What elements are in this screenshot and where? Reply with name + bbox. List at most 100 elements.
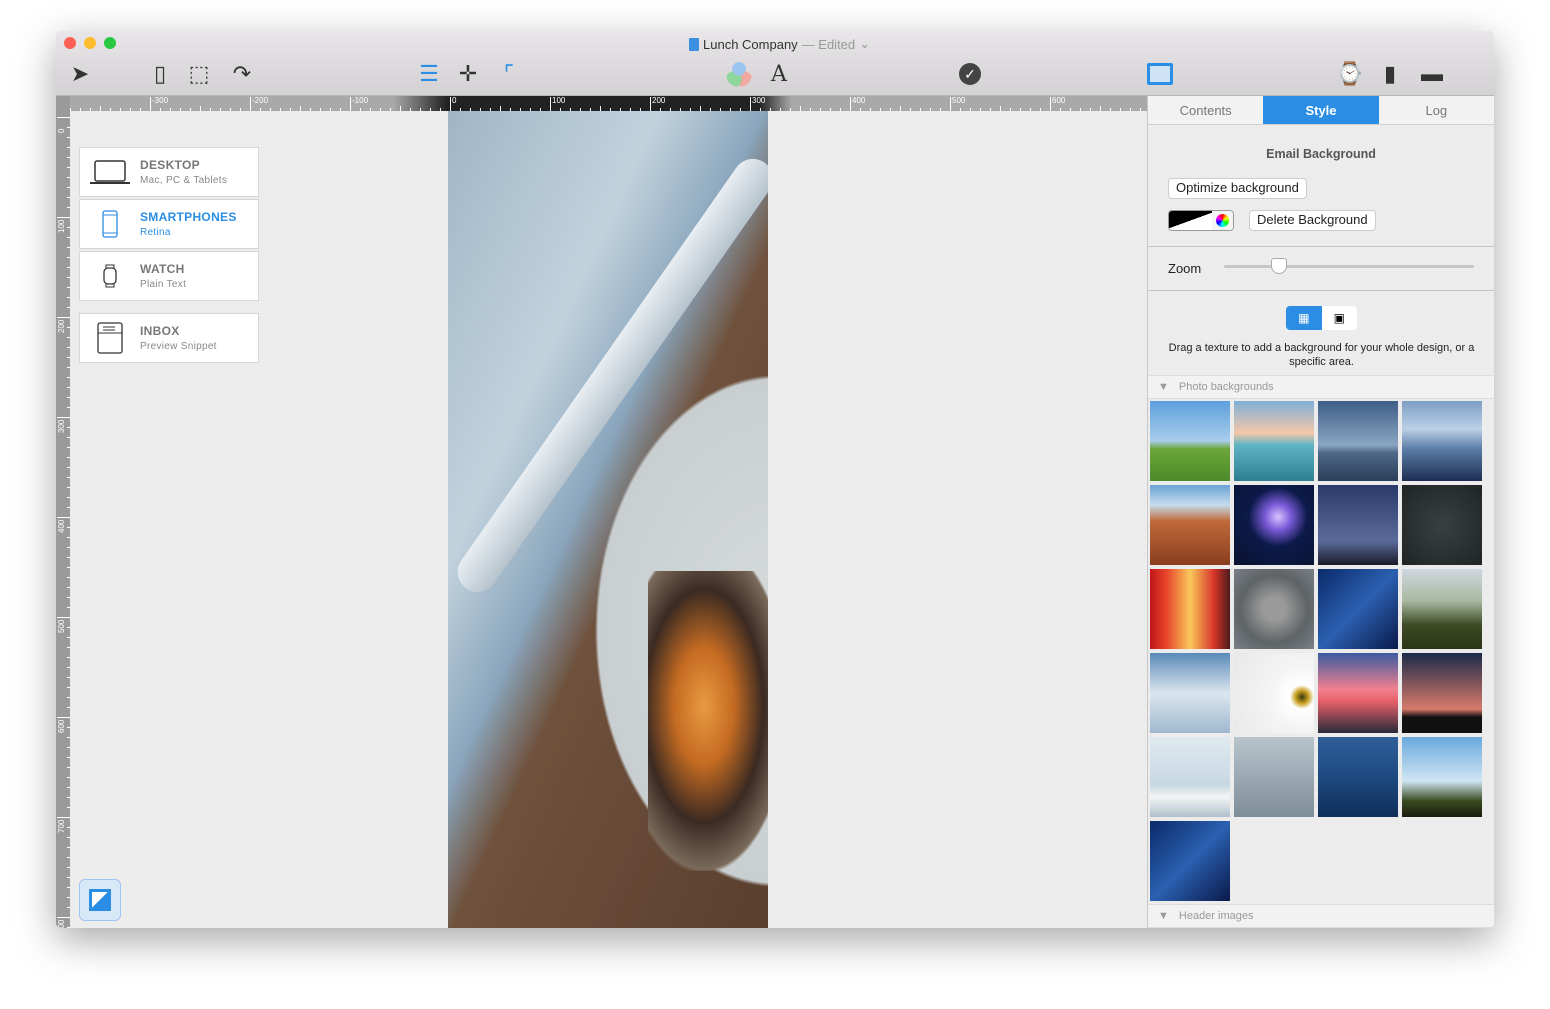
minimize-button[interactable]: [84, 37, 96, 49]
ruler-icon[interactable]: ⌜: [493, 59, 525, 89]
inspector-panel: Contents Style Log Email Background Opti…: [1147, 96, 1494, 928]
layers-button[interactable]: [79, 879, 121, 921]
ruler-label: -300: [152, 96, 169, 105]
ruler-label: 200: [652, 96, 666, 105]
share-icon[interactable]: ↷: [226, 59, 258, 89]
ruler-label: 0: [57, 128, 66, 133]
background-thumbnail[interactable]: [1234, 653, 1314, 733]
background-thumbnail[interactable]: [1234, 401, 1314, 481]
background-thumbnail[interactable]: [1318, 401, 1398, 481]
background-thumbnail[interactable]: [1150, 569, 1230, 649]
inbox-icon: [80, 322, 140, 354]
texture-toggle[interactable]: ▦: [1286, 306, 1322, 330]
window-title: Lunch Company — Edited ⌄: [689, 36, 870, 52]
ruler-label: 700: [57, 819, 66, 833]
disclosure-triangle-icon: ▼: [1158, 910, 1169, 922]
zoom-window-button[interactable]: [104, 37, 116, 49]
app-window: Lunch Company — Edited ⌄ ➤ ▯ ⬚ ↷ ☰ ✛ ⌜ A …: [56, 31, 1494, 928]
photo-toggle[interactable]: ▣: [1321, 306, 1357, 330]
zoom-slider[interactable]: [1224, 258, 1474, 274]
check-icon[interactable]: ✓: [954, 59, 986, 89]
sidebar-panel-icon[interactable]: [1144, 59, 1176, 89]
ruler-label: 800: [57, 919, 66, 928]
background-thumbnail[interactable]: [1150, 737, 1230, 817]
device-desktop[interactable]: DESKTOP Mac, PC & Tablets: [79, 147, 259, 197]
image-icon: ▣: [1333, 311, 1345, 325]
background-thumbnail[interactable]: [1402, 569, 1482, 649]
section-title: Email Background: [1266, 147, 1376, 161]
vertical-ruler: 0 100 200 300 400 500 600 700 800: [56, 96, 70, 928]
ruler-label: 400: [852, 96, 866, 105]
layers-icon: [89, 889, 111, 911]
delete-background-button[interactable]: Delete Background: [1249, 210, 1376, 231]
layout-blocks-icon[interactable]: ☰: [413, 59, 445, 89]
ruler-label: -100: [352, 96, 369, 105]
typography-icon[interactable]: A: [763, 59, 795, 89]
background-thumbnail[interactable]: [1234, 485, 1314, 565]
background-thumbnail[interactable]: [1150, 653, 1230, 733]
background-thumbnail[interactable]: [1402, 653, 1482, 733]
upload-image-icon[interactable]: ⬚: [183, 59, 215, 89]
add-watch-icon[interactable]: ⌚: [1334, 59, 1366, 89]
zoom-label: Zoom: [1168, 261, 1202, 276]
background-thumbnail[interactable]: [1150, 401, 1230, 481]
cutlery-shape: [449, 151, 768, 600]
ruler-label: 300: [57, 419, 66, 433]
background-thumbnail[interactable]: [1402, 737, 1482, 817]
background-thumbnail[interactable]: [1150, 485, 1230, 565]
ruler-label: 500: [57, 619, 66, 633]
background-thumbnail[interactable]: [1318, 653, 1398, 733]
chevron-down-icon: ⌄: [859, 36, 871, 51]
photo-backgrounds-group[interactable]: ▼ Photo backgrounds: [1148, 375, 1494, 399]
add-desktop-icon[interactable]: ▬: [1416, 59, 1448, 89]
document-icon: [689, 37, 699, 51]
background-thumbnail[interactable]: [1150, 821, 1230, 901]
color-well[interactable]: [1168, 210, 1234, 231]
food-shape: [648, 571, 768, 871]
background-thumbnail[interactable]: [1402, 485, 1482, 565]
background-thumbnail[interactable]: [1234, 737, 1314, 817]
close-button[interactable]: [64, 37, 76, 49]
canvas[interactable]: DESKTOP Mac, PC & Tablets SMARTPHONES Retin…: [70, 111, 1147, 928]
tab-contents[interactable]: Contents: [1148, 96, 1263, 124]
ruler-label: -200: [252, 96, 269, 105]
zoom-slider-handle[interactable]: [1270, 258, 1287, 274]
ruler-label: 500: [952, 96, 966, 105]
background-thumbnail[interactable]: [1318, 737, 1398, 817]
background-thumbnail[interactable]: [1402, 401, 1482, 481]
smartphone-icon: [80, 210, 140, 238]
ruler-label: 100: [57, 219, 66, 233]
add-phone-icon[interactable]: ▮: [1374, 59, 1406, 89]
tab-style[interactable]: Style: [1263, 96, 1379, 124]
optimize-background-button[interactable]: Optimize background: [1168, 178, 1307, 199]
background-thumbnail[interactable]: [1318, 569, 1398, 649]
email-background-photo[interactable]: [448, 111, 768, 928]
ruler-label: 100: [552, 96, 566, 105]
header-images-group[interactable]: ▼ Header images: [1148, 904, 1494, 928]
ruler-label: 200: [57, 319, 66, 333]
color-picker-icon[interactable]: [1212, 211, 1233, 230]
color-icon[interactable]: [723, 59, 755, 89]
device-watch[interactable]: WATCH Plain Text: [79, 251, 259, 301]
disclosure-triangle-icon: ▼: [1158, 381, 1169, 393]
texture-hint: Drag a texture to add a background for y…: [1168, 342, 1475, 368]
background-thumbnail[interactable]: [1234, 569, 1314, 649]
ruler-label: 400: [57, 519, 66, 533]
texture-icon: ▦: [1298, 311, 1310, 325]
thumbnail-grid: [1150, 401, 1482, 901]
device-smartphones[interactable]: SMARTPHONES Retina: [79, 199, 259, 249]
devices-icon[interactable]: ▯: [144, 59, 176, 89]
toolbar: Lunch Company — Edited ⌄ ➤ ▯ ⬚ ↷ ☰ ✛ ⌜ A …: [56, 31, 1494, 96]
ruler-label: 300: [752, 96, 766, 105]
device-inbox[interactable]: INBOX Preview Snippet: [79, 313, 259, 363]
ruler-label: 600: [57, 719, 66, 733]
background-thumbnail[interactable]: [1318, 485, 1398, 565]
move-icon[interactable]: ✛: [452, 59, 484, 89]
ruler-label: 0: [452, 96, 457, 105]
laptop-icon: [80, 159, 140, 185]
tab-log[interactable]: Log: [1379, 96, 1494, 124]
background-type-toggle: ▦ ▣: [1286, 306, 1357, 330]
color-swatch: [1169, 211, 1212, 230]
edited-menu[interactable]: — Edited: [802, 37, 855, 52]
send-icon[interactable]: ➤: [64, 59, 96, 89]
